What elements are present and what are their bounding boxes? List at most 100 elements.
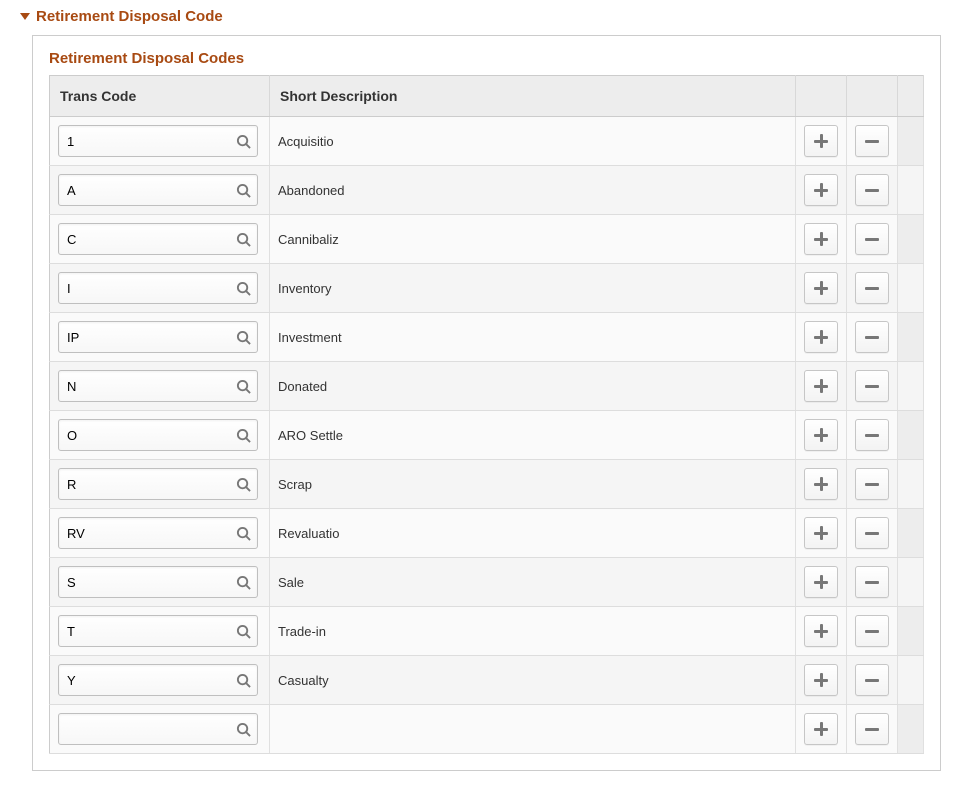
plus-icon bbox=[814, 232, 828, 246]
trans-code-input[interactable] bbox=[58, 468, 258, 500]
delete-row-button[interactable] bbox=[855, 419, 889, 451]
search-icon bbox=[236, 232, 251, 247]
lookup-button[interactable] bbox=[234, 671, 252, 689]
table-row: Acquisitio bbox=[50, 117, 924, 166]
trans-code-field bbox=[58, 174, 258, 206]
delete-row-button[interactable] bbox=[855, 664, 889, 696]
trans-code-input[interactable] bbox=[58, 566, 258, 598]
trans-code-field bbox=[58, 223, 258, 255]
row-tail bbox=[898, 558, 924, 607]
add-row-button[interactable] bbox=[804, 664, 838, 696]
lookup-button[interactable] bbox=[234, 132, 252, 150]
search-icon bbox=[236, 722, 251, 737]
trans-code-field bbox=[58, 664, 258, 696]
row-tail bbox=[898, 215, 924, 264]
trans-code-input[interactable] bbox=[58, 517, 258, 549]
delete-row-button[interactable] bbox=[855, 370, 889, 402]
lookup-button[interactable] bbox=[234, 230, 252, 248]
trans-code-input[interactable] bbox=[58, 713, 258, 745]
lookup-button[interactable] bbox=[234, 377, 252, 395]
trans-code-input[interactable] bbox=[58, 272, 258, 304]
col-header-trans[interactable]: Trans Code bbox=[50, 76, 270, 117]
add-row-button[interactable] bbox=[804, 468, 838, 500]
add-row-button[interactable] bbox=[804, 370, 838, 402]
delete-row-button[interactable] bbox=[855, 272, 889, 304]
search-icon bbox=[236, 281, 251, 296]
add-row-button[interactable] bbox=[804, 125, 838, 157]
row-tail bbox=[898, 656, 924, 705]
delete-row-button[interactable] bbox=[855, 174, 889, 206]
panel: Retirement Disposal Codes Trans Code Sho… bbox=[32, 35, 941, 771]
plus-icon bbox=[814, 379, 828, 393]
lookup-button[interactable] bbox=[234, 524, 252, 542]
delete-row-button[interactable] bbox=[855, 517, 889, 549]
trans-code-input[interactable] bbox=[58, 615, 258, 647]
add-row-button[interactable] bbox=[804, 615, 838, 647]
delete-row-button[interactable] bbox=[855, 566, 889, 598]
lookup-button[interactable] bbox=[234, 475, 252, 493]
col-header-desc[interactable]: Short Description bbox=[270, 76, 796, 117]
trans-code-input[interactable] bbox=[58, 664, 258, 696]
add-row-button[interactable] bbox=[804, 419, 838, 451]
row-tail bbox=[898, 264, 924, 313]
table-row: Revaluatio bbox=[50, 509, 924, 558]
search-icon bbox=[236, 673, 251, 688]
lookup-button[interactable] bbox=[234, 573, 252, 591]
table-row: Scrap bbox=[50, 460, 924, 509]
lookup-button[interactable] bbox=[234, 426, 252, 444]
add-row-button[interactable] bbox=[804, 272, 838, 304]
table-row: Casualty bbox=[50, 656, 924, 705]
table-row: Inventory bbox=[50, 264, 924, 313]
plus-icon bbox=[814, 722, 828, 736]
trans-code-input[interactable] bbox=[58, 370, 258, 402]
row-tail bbox=[898, 313, 924, 362]
short-description: Abandoned bbox=[278, 183, 345, 198]
delete-row-button[interactable] bbox=[855, 321, 889, 353]
trans-code-field bbox=[58, 713, 258, 745]
add-row-button[interactable] bbox=[804, 713, 838, 745]
minus-icon bbox=[865, 281, 879, 295]
trans-code-input[interactable] bbox=[58, 321, 258, 353]
delete-row-button[interactable] bbox=[855, 223, 889, 255]
plus-icon bbox=[814, 526, 828, 540]
trans-code-input[interactable] bbox=[58, 223, 258, 255]
search-icon bbox=[236, 379, 251, 394]
add-row-button[interactable] bbox=[804, 566, 838, 598]
trans-code-input[interactable] bbox=[58, 174, 258, 206]
short-description: Revaluatio bbox=[278, 526, 339, 541]
table-row: ARO Settle bbox=[50, 411, 924, 460]
add-row-button[interactable] bbox=[804, 321, 838, 353]
lookup-button[interactable] bbox=[234, 181, 252, 199]
trans-code-input[interactable] bbox=[58, 125, 258, 157]
delete-row-button[interactable] bbox=[855, 713, 889, 745]
trans-code-field bbox=[58, 517, 258, 549]
minus-icon bbox=[865, 526, 879, 540]
row-tail bbox=[898, 117, 924, 166]
minus-icon bbox=[865, 673, 879, 687]
search-icon bbox=[236, 575, 251, 590]
plus-icon bbox=[814, 330, 828, 344]
delete-row-button[interactable] bbox=[855, 468, 889, 500]
delete-row-button[interactable] bbox=[855, 615, 889, 647]
add-row-button[interactable] bbox=[804, 174, 838, 206]
lookup-button[interactable] bbox=[234, 622, 252, 640]
lookup-button[interactable] bbox=[234, 279, 252, 297]
caret-down-icon[interactable] bbox=[20, 13, 30, 20]
table-row: Abandoned bbox=[50, 166, 924, 215]
add-row-button[interactable] bbox=[804, 223, 838, 255]
lookup-button[interactable] bbox=[234, 328, 252, 346]
minus-icon bbox=[865, 624, 879, 638]
table-row: Donated bbox=[50, 362, 924, 411]
table-row: Sale bbox=[50, 558, 924, 607]
plus-icon bbox=[814, 624, 828, 638]
trans-code-field bbox=[58, 419, 258, 451]
minus-icon bbox=[865, 428, 879, 442]
lookup-button[interactable] bbox=[234, 720, 252, 738]
search-icon bbox=[236, 330, 251, 345]
delete-row-button[interactable] bbox=[855, 125, 889, 157]
plus-icon bbox=[814, 183, 828, 197]
section-title: Retirement Disposal Code bbox=[36, 8, 223, 25]
trans-code-field bbox=[58, 566, 258, 598]
trans-code-input[interactable] bbox=[58, 419, 258, 451]
add-row-button[interactable] bbox=[804, 517, 838, 549]
